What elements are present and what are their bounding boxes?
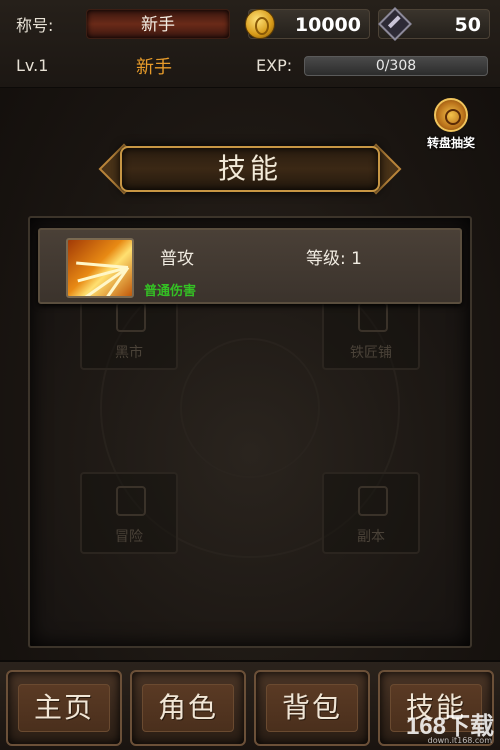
- banner-plate: 技能: [120, 146, 380, 192]
- bg-tile-dungeon: 副本: [322, 472, 420, 554]
- banner-title: 技能: [217, 152, 282, 185]
- nav-character-button[interactable]: 角色: [130, 670, 246, 746]
- watermark: 168下载 down.it168.com: [380, 706, 498, 748]
- bg-tile-adventure: 冒险: [80, 472, 178, 554]
- nav-bag-button[interactable]: 背包: [254, 670, 370, 746]
- exp-label: EXP:: [256, 56, 293, 75]
- rune-inner-decoration: [180, 338, 320, 478]
- gold-coin-icon: [245, 9, 275, 39]
- player-level: Lv.1: [16, 56, 49, 75]
- skill-row[interactable]: 普攻 等级: 1 普通伤害: [38, 228, 462, 304]
- slash-skill-icon: [66, 238, 134, 298]
- gem-icon: [378, 7, 412, 41]
- title-label: 称号:: [16, 16, 54, 35]
- nav-label: 角色: [157, 691, 218, 724]
- bg-tile-label: 冒险: [115, 529, 143, 545]
- exp-bar: 0/308: [304, 56, 488, 76]
- exp-text: 0/308: [375, 58, 417, 74]
- skills-banner: 技能: [98, 143, 402, 195]
- skills-panel: 黑市 铁匠铺 冒险 副本 普攻 等级: 1 普通伤害: [28, 216, 472, 648]
- crossed-swords-icon: [116, 486, 146, 516]
- player-rank: 新手: [136, 57, 172, 78]
- nav-label: 背包: [281, 691, 342, 724]
- nav-home-button[interactable]: 主页: [6, 670, 122, 746]
- skill-description: 普通伤害: [144, 284, 197, 299]
- top-hud: 称号: 新手 10000 50 Lv.1 新手 EXP: 0/308: [0, 0, 500, 88]
- skill-level: 等级: 1: [306, 249, 362, 269]
- title-plate: 新手: [86, 9, 230, 39]
- lock-icon: [358, 486, 388, 516]
- gem-counter: 50: [378, 7, 490, 41]
- gem-value: 50: [454, 14, 481, 36]
- gold-value: 10000: [294, 14, 361, 36]
- nav-label: 主页: [33, 691, 94, 724]
- lottery-label: 转盘抽奖: [426, 136, 475, 150]
- bg-tile-label: 黑市: [115, 345, 143, 361]
- market-icon: [116, 302, 146, 332]
- bg-tile-label: 副本: [357, 529, 385, 545]
- skill-name: 普攻: [160, 249, 194, 269]
- bg-tile-label: 铁匠铺: [350, 345, 392, 361]
- lock-icon: [358, 302, 388, 332]
- watermark-url: down.it168.com: [427, 736, 492, 745]
- lottery-wheel-button[interactable]: 转盘抽奖: [412, 96, 490, 152]
- title-value: 新手: [141, 15, 175, 35]
- gold-counter: 10000: [245, 9, 370, 39]
- wheel-icon: [434, 98, 468, 132]
